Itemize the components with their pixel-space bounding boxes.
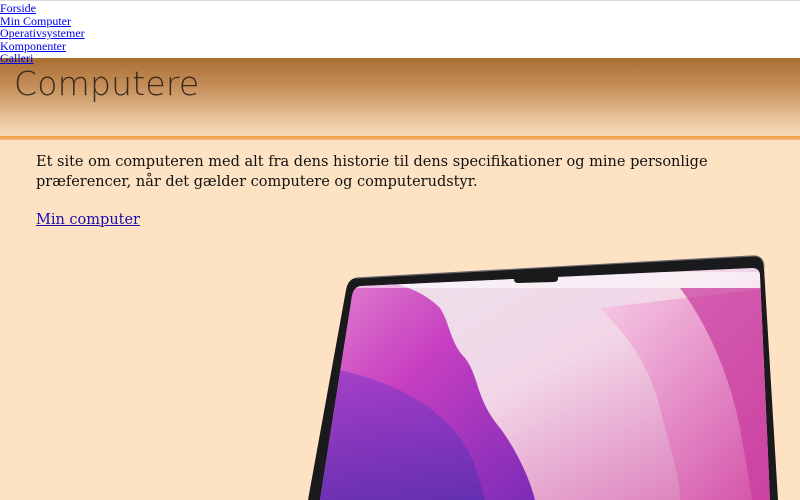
min-computer-link[interactable]: Min computer [36,212,140,228]
nav-item-operativsystemer: Operativsystemer [0,26,800,39]
hero-divider [0,136,800,140]
nav-list: Forside Min Computer Operativsystemer Ko… [0,1,800,64]
nav-item-forside: Forside [0,1,800,14]
nav-item-komponenter: Komponenter [0,39,800,52]
hero-banner: Computere [0,58,800,138]
top-navigation: Forside Min Computer Operativsystemer Ko… [0,0,800,64]
nav-item-min-computer: Min Computer [0,14,800,27]
nav-link-galleri[interactable]: Galleri [0,51,33,65]
nav-item-galleri: Galleri [0,51,800,64]
intro-text: Et site om computeren med alt fra dens h… [36,154,708,190]
page-title: Computere [14,64,200,103]
laptop-image [308,255,778,500]
